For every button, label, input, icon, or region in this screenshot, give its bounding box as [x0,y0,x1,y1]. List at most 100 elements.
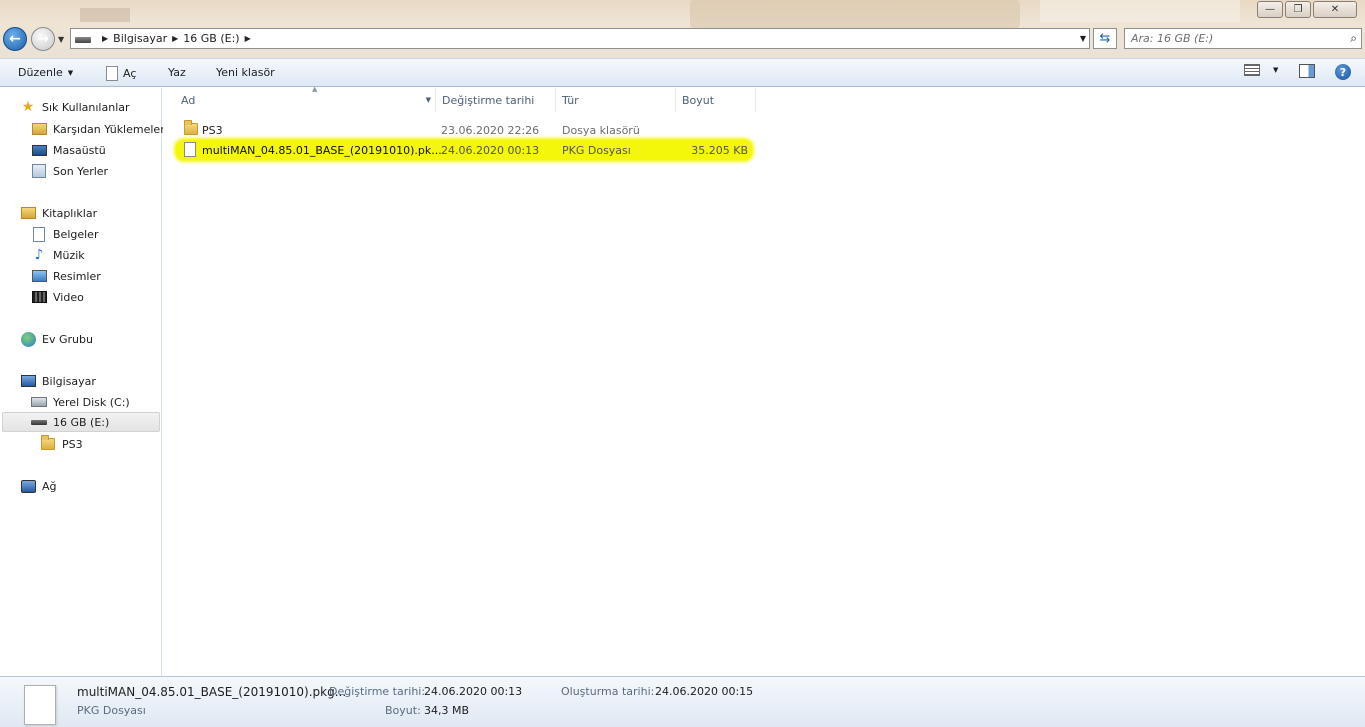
address-dropdown-icon[interactable]: ▼ [1080,34,1086,43]
documents-icon [33,226,45,242]
background-blur [690,0,1020,28]
organize-button[interactable]: Düzenle ▼ [18,66,73,79]
sidebar-item-favorites[interactable]: ★ Sık Kullanılanlar [20,97,130,117]
file-icon [24,685,56,725]
sidebar-item-label: Kitaplıklar [42,206,98,220]
minimize-button[interactable]: — [1257,1,1283,18]
view-list-icon [1244,64,1260,76]
column-header-size[interactable]: Boyut [676,88,756,112]
breadcrumb-drive[interactable]: 16 GB (E:) [183,32,239,45]
details-created-value: 24.06.2020 00:15 [655,685,754,698]
details-filetype: PKG Dosyası [77,704,146,717]
sidebar-item-label: Sık Kullanılanlar [42,100,130,114]
folder-icon [184,120,198,135]
maximize-button[interactable]: ❐ [1285,1,1311,18]
sidebar-item-local-disk[interactable]: Yerel Disk (C:) [31,392,130,412]
sidebar-item-computer[interactable]: Bilgisayar [20,371,96,391]
new-folder-label: Yeni klasör [216,66,275,79]
column-header-label: Boyut [682,93,715,107]
column-header-type[interactable]: Tür [556,88,676,112]
print-label: Yaz [168,66,186,79]
file-row-selected[interactable]: multiMAN_04.85.01_BASE_(20191010).pk... … [176,140,752,160]
music-icon: ♪ [34,247,44,263]
sidebar-item-usb-drive[interactable]: 16 GB (E:) [2,412,160,432]
file-row[interactable]: PS3 23.06.2020 22:26 Dosya klasörü [176,120,752,140]
details-created-label: Oluşturma tarihi: [561,685,655,698]
details-size-label: Boyut: [385,704,421,717]
sidebar-item-pictures[interactable]: Resimler [31,266,101,286]
forward-button[interactable]: → [31,27,55,51]
close-button[interactable]: ✕ [1313,1,1357,18]
refresh-button[interactable]: ⇆ [1093,28,1117,49]
sidebar-item-label: Resimler [53,269,101,283]
details-filename: multiMAN_04.85.01_BASE_(20191010).pkg... [77,685,347,699]
file-name: PS3 [202,124,223,137]
open-button[interactable]: Aç [106,66,136,81]
sidebar-item-network[interactable]: Ağ [20,476,57,496]
chevron-right-icon[interactable]: ▶ [245,34,251,43]
column-headers: Ad ▲ ▼ Değiştirme tarihi Tür Boyut [163,85,757,112]
desktop-icon [31,144,47,156]
sidebar-item-desktop[interactable]: Masaüstü [31,140,106,160]
sidebar-item-libraries[interactable]: Kitaplıklar [20,203,97,223]
print-button[interactable]: Yaz [168,66,186,79]
open-label: Aç [123,67,137,80]
search-input[interactable]: Ara: 16 GB (E:) ⌕ [1124,28,1362,49]
change-view-button[interactable]: ▼ [1244,64,1278,76]
background-blur [1040,0,1240,22]
preview-pane-icon [1299,64,1315,78]
sidebar-item-label: Ağ [42,479,57,493]
file-type: PKG Dosyası [562,144,631,157]
star-icon: ★ [21,99,35,115]
sidebar-item-homegroup[interactable]: Ev Grubu [20,329,93,349]
sidebar-item-music[interactable]: ♪ Müzik [31,245,85,265]
network-icon [20,479,36,493]
details-pane: multiMAN_04.85.01_BASE_(20191010).pkg...… [0,676,1365,727]
sidebar-item-label: PS3 [62,437,83,451]
usb-drive-icon [31,419,47,425]
video-icon [31,291,47,303]
column-header-label: Değiştirme tarihi [442,93,535,107]
sidebar-item-label: Belgeler [53,227,99,241]
breadcrumb-computer[interactable]: Bilgisayar [113,32,167,45]
column-header-name[interactable]: Ad ▲ ▼ [175,85,436,112]
file-list: Ad ▲ ▼ Değiştirme tarihi Tür Boyut PS3 2… [163,85,1365,676]
downloads-icon [31,123,47,135]
chevron-right-icon[interactable]: ▶ [172,34,178,43]
sidebar-item-label: Müzik [53,248,85,262]
help-button[interactable]: ? [1335,64,1351,80]
sidebar-item-label: Karşıdan Yüklemeler [53,122,165,136]
background-blur [80,8,130,22]
new-folder-button[interactable]: Yeni klasör [216,66,275,79]
chevron-down-icon[interactable]: ▼ [426,96,431,104]
chevron-right-icon[interactable]: ▶ [102,34,108,43]
sidebar-item-downloads[interactable]: Karşıdan Yüklemeler [31,119,165,139]
column-header-label: Ad [181,93,196,107]
search-icon[interactable]: ⌕ [1350,31,1357,46]
sidebar-item-label: Son Yerler [53,164,109,178]
details-size-value: 34,3 MB [424,704,470,717]
recent-pages-dropdown[interactable]: ▼ [58,35,64,44]
chevron-down-icon: ▼ [67,68,74,77]
chevron-down-icon: ▼ [1273,66,1279,74]
pictures-icon [31,270,47,282]
sidebar-item-label: 16 GB (E:) [53,415,110,429]
sidebar-item-videos[interactable]: Video [31,287,84,307]
sidebar-item-label: Video [53,290,84,304]
address-bar[interactable]: ▶ Bilgisayar ▶ 16 GB (E:) ▶ ▼ [70,28,1090,49]
homegroup-icon [20,331,36,347]
document-icon [106,66,118,81]
file-date: 24.06.2020 00:13 [441,144,540,157]
column-header-label: Tür [562,93,579,107]
help-icon: ? [1335,64,1351,80]
sidebar-item-documents[interactable]: Belgeler [31,224,98,244]
sidebar-item-ps3[interactable]: PS3 [40,434,83,454]
preview-pane-button[interactable] [1299,64,1315,78]
column-header-date[interactable]: Değiştirme tarihi [436,88,556,112]
file-size: 35.205 KB [691,144,748,157]
sidebar-item-recent-places[interactable]: Son Yerler [31,161,108,181]
search-placeholder: Ara: 16 GB (E:) [1131,32,1214,45]
back-button[interactable]: ← [3,27,27,51]
navigation-pane: ★ Sık Kullanılanlar Karşıdan Yüklemeler … [0,88,165,676]
sidebar-item-label: Bilgisayar [42,374,96,388]
